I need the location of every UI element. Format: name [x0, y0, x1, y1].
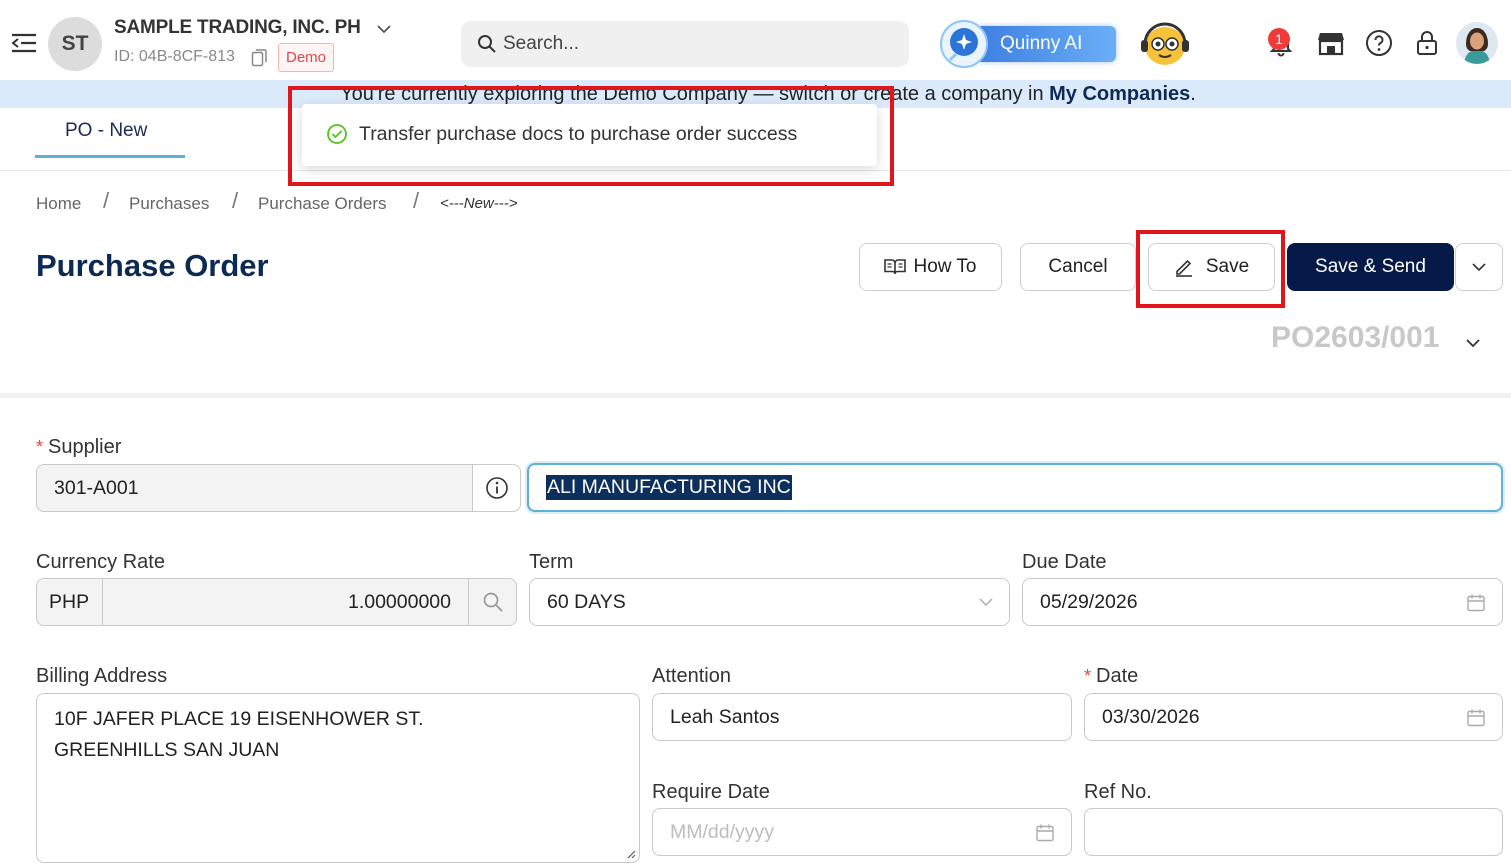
quinny-ai-label: Quinny AI: [1000, 33, 1083, 54]
search-bar[interactable]: [461, 21, 909, 67]
supplier-code-field[interactable]: 301-A001: [36, 464, 474, 512]
attention-value: Leah Santos: [670, 705, 780, 728]
supplier-label: * Supplier: [36, 436, 121, 459]
currency-code-value: PHP: [49, 590, 90, 613]
require-date-label: Require Date: [652, 781, 770, 803]
user-avatar[interactable]: [1456, 22, 1498, 64]
date-value: 03/30/2026: [1102, 705, 1200, 728]
breadcrumb-home[interactable]: Home: [36, 194, 81, 214]
required-asterisk: *: [1084, 666, 1092, 686]
date-label: * Date: [1084, 665, 1138, 688]
demo-badge: Demo: [278, 43, 335, 72]
help-icon[interactable]: [1364, 28, 1394, 58]
chevron-down-icon[interactable]: [375, 20, 393, 38]
breadcrumb-separator: /: [232, 188, 239, 213]
more-actions-dropdown[interactable]: [1455, 243, 1503, 291]
company-id: ID: 04B-8CF-813: [114, 48, 235, 65]
notification-count-badge: 1: [1268, 28, 1290, 50]
user-portrait-icon: [1456, 22, 1498, 64]
book-icon: [884, 259, 907, 275]
search-icon: [483, 592, 503, 612]
billing-address-line1: 10F JAFER PLACE 19 EISENHOWER ST.: [54, 708, 424, 730]
billing-address-label: Billing Address: [36, 665, 168, 687]
due-date-field[interactable]: 05/29/2026: [1022, 578, 1503, 626]
date-label-text: Date: [1096, 665, 1139, 687]
page-title: Purchase Order: [36, 248, 269, 283]
company-avatar[interactable]: ST: [48, 17, 102, 71]
tab-po-new[interactable]: PO - New: [35, 108, 185, 158]
top-header: ST SAMPLE TRADING, INC. PH ID: 04B-8CF-8…: [0, 0, 1511, 80]
ref-no-field[interactable]: [1084, 808, 1503, 856]
required-asterisk: *: [36, 437, 44, 457]
breadcrumb-purchase-orders[interactable]: Purchase Orders: [258, 194, 387, 214]
section-divider: [0, 393, 1511, 398]
toast-highlight-box: [288, 86, 894, 186]
copy-icon[interactable]: [251, 48, 267, 67]
term-select[interactable]: 60 DAYS: [529, 578, 1010, 626]
currency-rate-label: Currency Rate: [36, 551, 165, 573]
currency-code-field: PHP: [36, 578, 103, 626]
chevron-down-icon: [979, 598, 993, 606]
chevron-down-icon[interactable]: [1465, 337, 1481, 349]
billing-address-line2: GREENHILLS SAN JUAN: [54, 739, 280, 761]
supplier-code-value: 301-A001: [54, 476, 139, 499]
chevron-down-icon: [1472, 263, 1486, 272]
supplier-name-value: ALI MANUFACTURING INC: [546, 475, 792, 500]
how-to-button[interactable]: How To: [859, 243, 1002, 291]
require-date-field[interactable]: MM/dd/yyyy: [652, 808, 1072, 856]
lock-icon[interactable]: [1412, 28, 1442, 58]
search-icon: [478, 35, 496, 53]
collapse-menu-icon[interactable]: [10, 32, 38, 54]
ref-no-label: Ref No.: [1084, 781, 1152, 803]
billing-address-textarea[interactable]: 10F JAFER PLACE 19 EISENHOWER ST. GREENH…: [36, 693, 640, 863]
date-field[interactable]: 03/30/2026: [1084, 693, 1503, 741]
breadcrumb-current: <---New--->: [440, 195, 518, 212]
info-icon: [486, 477, 508, 499]
due-date-label: Due Date: [1022, 551, 1107, 573]
document-number: PO2603/001: [1271, 321, 1440, 354]
supplier-info-button[interactable]: [472, 464, 521, 512]
ai-sparkle-icon: [940, 20, 988, 68]
banner-text-end: .: [1190, 83, 1196, 105]
due-date-value: 05/29/2026: [1040, 590, 1138, 613]
attention-label: Attention: [652, 665, 731, 687]
term-value: 60 DAYS: [547, 590, 626, 613]
cancel-button[interactable]: Cancel: [1020, 243, 1136, 291]
currency-rate-value: 1.00000000: [347, 590, 451, 613]
currency-search-button[interactable]: [468, 578, 517, 626]
calendar-icon[interactable]: [1035, 823, 1055, 843]
calendar-icon[interactable]: [1466, 708, 1486, 728]
supplier-label-text: Supplier: [48, 436, 122, 458]
attention-field[interactable]: Leah Santos: [652, 693, 1072, 741]
breadcrumb-separator: /: [103, 188, 110, 213]
resize-handle-icon[interactable]: [626, 849, 636, 859]
my-companies-link[interactable]: My Companies: [1049, 83, 1190, 105]
breadcrumb-separator: /: [413, 188, 420, 213]
company-name[interactable]: SAMPLE TRADING, INC. PH: [114, 17, 361, 39]
term-label: Term: [529, 551, 574, 573]
require-date-placeholder: MM/dd/yyyy: [670, 820, 775, 843]
currency-rate-field[interactable]: 1.00000000: [102, 578, 469, 626]
supplier-name-field[interactable]: ALI MANUFACTURING INC: [527, 463, 1503, 512]
how-to-label: How To: [913, 256, 977, 277]
store-icon[interactable]: [1316, 28, 1346, 58]
breadcrumb-purchases[interactable]: Purchases: [129, 194, 209, 214]
save-highlight-box: [1136, 230, 1285, 308]
quinny-ai-button[interactable]: Quinny AI: [938, 18, 1116, 70]
calendar-icon[interactable]: [1466, 593, 1486, 613]
search-input[interactable]: [503, 21, 893, 67]
support-mascot-icon[interactable]: [1137, 18, 1195, 70]
cancel-label: Cancel: [1048, 256, 1108, 277]
save-and-send-button[interactable]: Save & Send: [1287, 243, 1454, 291]
save-send-label: Save & Send: [1315, 256, 1426, 277]
